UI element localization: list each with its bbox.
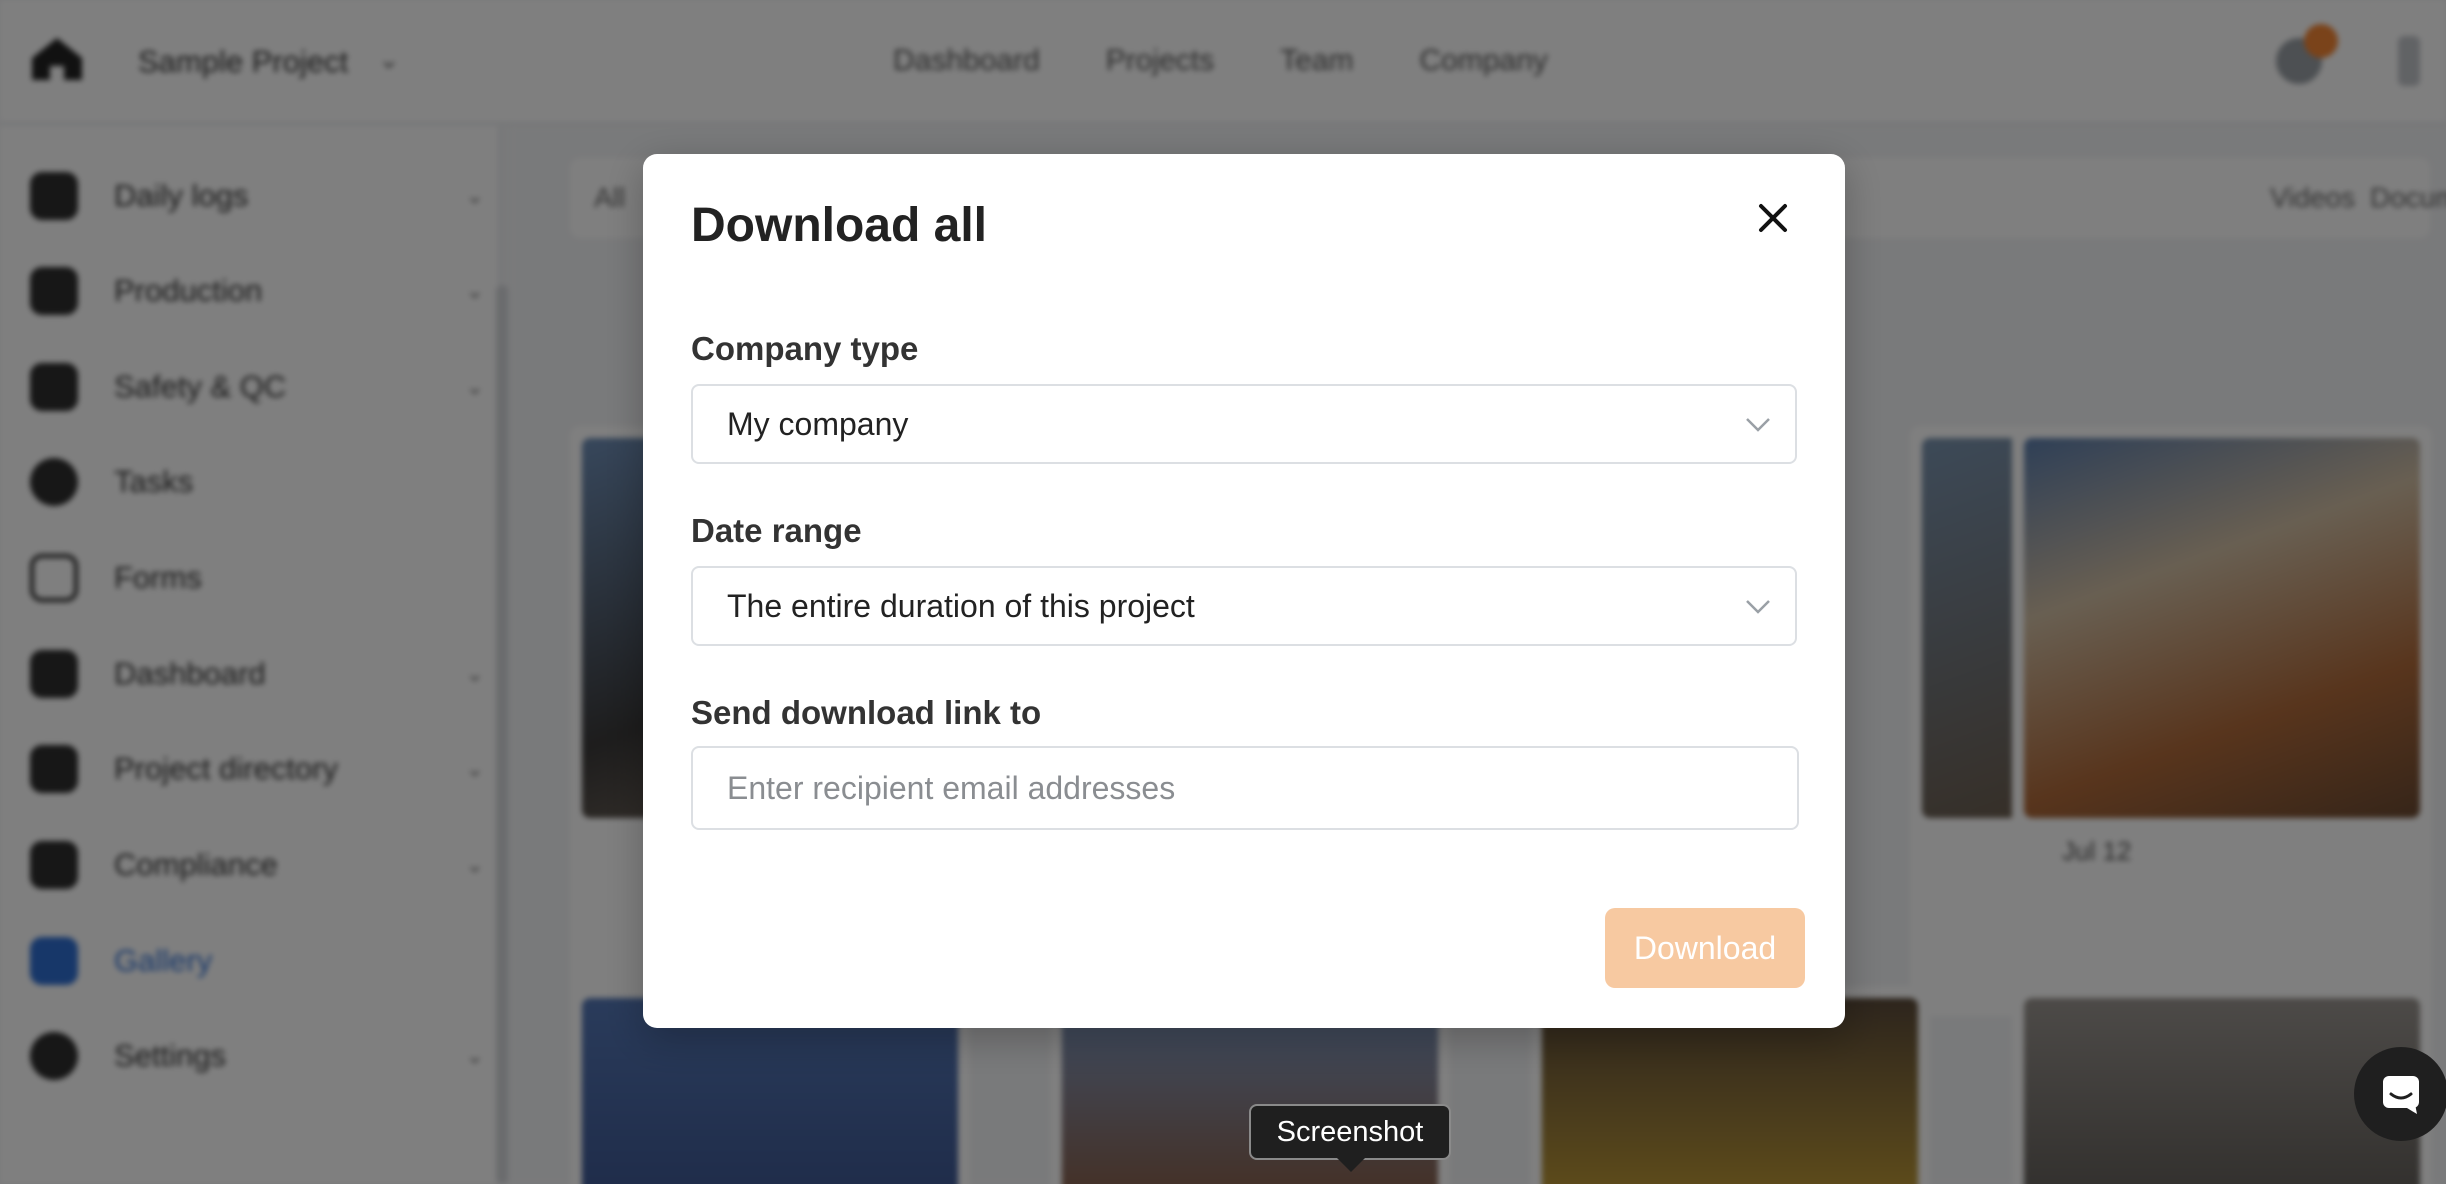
date-range-value: The entire duration of this project <box>727 587 1195 624</box>
chevron-down-icon <box>1746 418 1770 432</box>
date-range-label: Date range <box>691 512 862 549</box>
company-type-select[interactable]: My company <box>691 384 1797 464</box>
tooltip-pointer <box>1337 1158 1365 1172</box>
download-all-dialog: Download all Company type My company Dat… <box>643 154 1845 1028</box>
dialog-title: Download all <box>691 199 988 252</box>
chat-launcher-button[interactable] <box>2354 1047 2446 1141</box>
chevron-down-icon <box>1746 600 1770 614</box>
download-button[interactable]: Download <box>1605 908 1805 988</box>
screenshot-tooltip: Screenshot <box>1249 1104 1451 1160</box>
recipient-email-input[interactable] <box>691 746 1799 830</box>
chat-icon <box>2383 1076 2419 1114</box>
company-type-label: Company type <box>691 330 919 367</box>
company-type-value: My company <box>727 405 909 442</box>
recipients-label: Send download link to <box>691 694 1042 731</box>
date-range-select[interactable]: The entire duration of this project <box>691 566 1797 646</box>
close-button[interactable] <box>1749 194 1797 242</box>
close-icon <box>1759 204 1787 232</box>
